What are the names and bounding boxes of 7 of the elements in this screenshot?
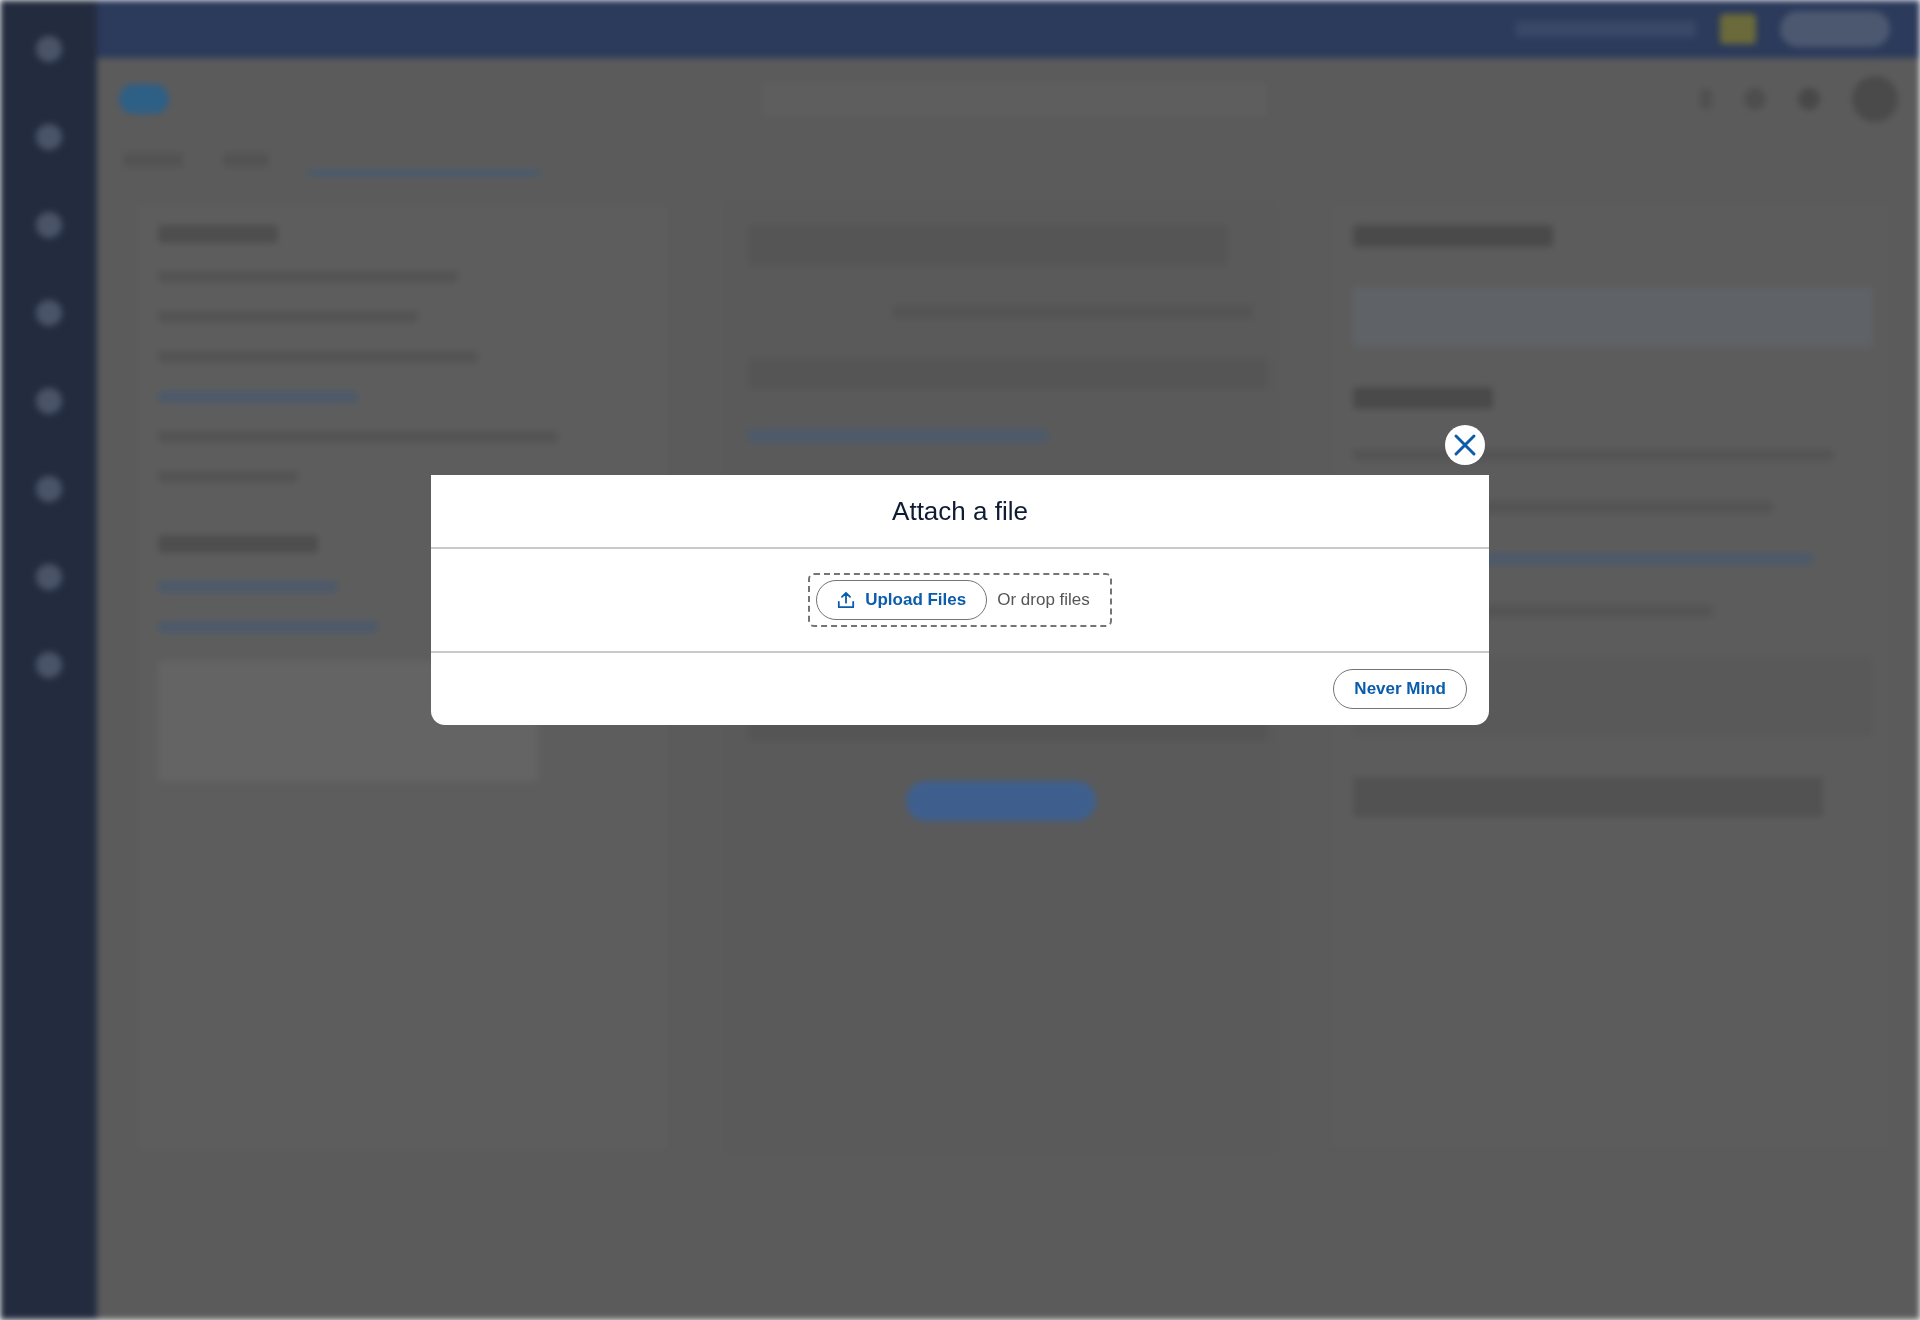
never-mind-button[interactable]: Never Mind xyxy=(1333,669,1467,709)
close-icon xyxy=(1453,433,1477,457)
file-drop-zone[interactable]: Upload Files Or drop files xyxy=(808,573,1112,627)
upload-files-button[interactable]: Upload Files xyxy=(816,580,988,620)
upload-icon xyxy=(837,591,856,609)
drop-files-hint: Or drop files xyxy=(997,589,1090,612)
dialog-title: Attach a file xyxy=(892,498,1028,524)
